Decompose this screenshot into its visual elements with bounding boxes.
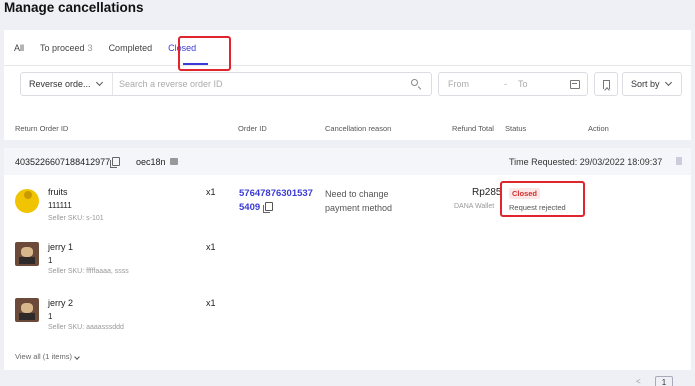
- copy-icon[interactable]: [110, 157, 121, 168]
- search-input[interactable]: [113, 79, 409, 89]
- chevron-down-icon: [664, 78, 672, 87]
- sort-by-dropdown[interactable]: Sort by: [622, 72, 682, 96]
- time-requested: Time Requested: 29/03/2022 18:09:37: [509, 157, 663, 167]
- annotation-box-status: [500, 181, 585, 217]
- copy-icon[interactable]: [263, 202, 274, 213]
- product-name: fruits: [48, 187, 68, 197]
- search-icon[interactable]: [409, 77, 423, 91]
- search-type-select[interactable]: Reverse orde...: [21, 73, 113, 95]
- column-status: Status: [505, 124, 527, 133]
- chat-icon[interactable]: [169, 158, 178, 165]
- table-header: Return Order ID Order ID Cancellation re…: [0, 118, 695, 140]
- product-name: jerry 1: [48, 242, 74, 252]
- payment-method: DANA Wallet: [454, 203, 495, 210]
- calendar-icon[interactable]: [570, 79, 580, 89]
- date-range-picker[interactable]: From - To: [438, 72, 588, 96]
- product-variant: 1: [48, 256, 53, 265]
- product-thumbnail: [15, 189, 39, 213]
- product-sku: Seller SKU: aaaasssddd: [48, 324, 124, 331]
- product-thumbnail: [15, 242, 39, 266]
- pagination-current-page[interactable]: 1: [655, 376, 673, 386]
- view-all-items-link[interactable]: View all (1 items): [15, 352, 80, 361]
- tabs-divider: [4, 65, 691, 66]
- column-return-order-id: Return Order ID: [15, 124, 69, 133]
- annotation-box-closed-tab: [178, 36, 231, 71]
- tab-to-proceed[interactable]: To proceed 3: [40, 42, 93, 64]
- flag-icon[interactable]: [676, 157, 682, 165]
- refund-amount: Rp285: [472, 187, 502, 198]
- product-quantity: x1: [206, 298, 216, 308]
- column-cancellation-reason: Cancellation reason: [325, 124, 392, 133]
- column-order-id: Order ID: [238, 124, 267, 133]
- bookmark-icon: [602, 79, 610, 89]
- order-id-link[interactable]: 57647876301537 5409: [239, 187, 319, 215]
- date-to-field[interactable]: To: [518, 79, 564, 89]
- date-separator: -: [504, 79, 507, 89]
- tab-completed[interactable]: Completed: [109, 42, 153, 64]
- product-variant: 1: [48, 312, 53, 321]
- return-order-id: 4035226607188412977: [15, 157, 121, 168]
- order-card: 4035226607188412977 oec18n Time Requeste…: [4, 148, 691, 370]
- chevron-down-icon: [95, 78, 103, 87]
- search-bar: Reverse orde...: [20, 72, 432, 96]
- pagination-prev[interactable]: <: [636, 377, 641, 386]
- order-header-row: 4035226607188412977 oec18n Time Requeste…: [4, 148, 691, 175]
- product-name: jerry 2: [48, 298, 74, 308]
- page-title: Manage cancellations: [4, 0, 144, 15]
- product-quantity: x1: [206, 187, 216, 197]
- tab-all[interactable]: All: [14, 42, 24, 64]
- product-quantity: x1: [206, 242, 216, 252]
- product-sku: Seller SKU: s-101: [48, 215, 104, 222]
- list-item: jerry 1 1 Seller SKU: fffffaaaa, ssss x1: [4, 238, 691, 293]
- product-sku: Seller SKU: fffffaaaa, ssss: [48, 268, 129, 275]
- bookmark-button[interactable]: [594, 72, 618, 96]
- shop-name: oec18n: [136, 157, 178, 167]
- tab-count-badge: 3: [87, 43, 93, 53]
- column-refund-total: Refund Total: [452, 124, 494, 133]
- product-thumbnail: [15, 298, 39, 322]
- cancellation-reason: Need to change payment method: [325, 189, 393, 213]
- product-variant: 111111: [48, 201, 72, 210]
- date-from-field[interactable]: From: [448, 79, 504, 89]
- chevron-down-icon: [74, 354, 80, 360]
- column-action: Action: [588, 124, 609, 133]
- list-item: jerry 2 1 Seller SKU: aaaasssddd x1: [4, 294, 691, 349]
